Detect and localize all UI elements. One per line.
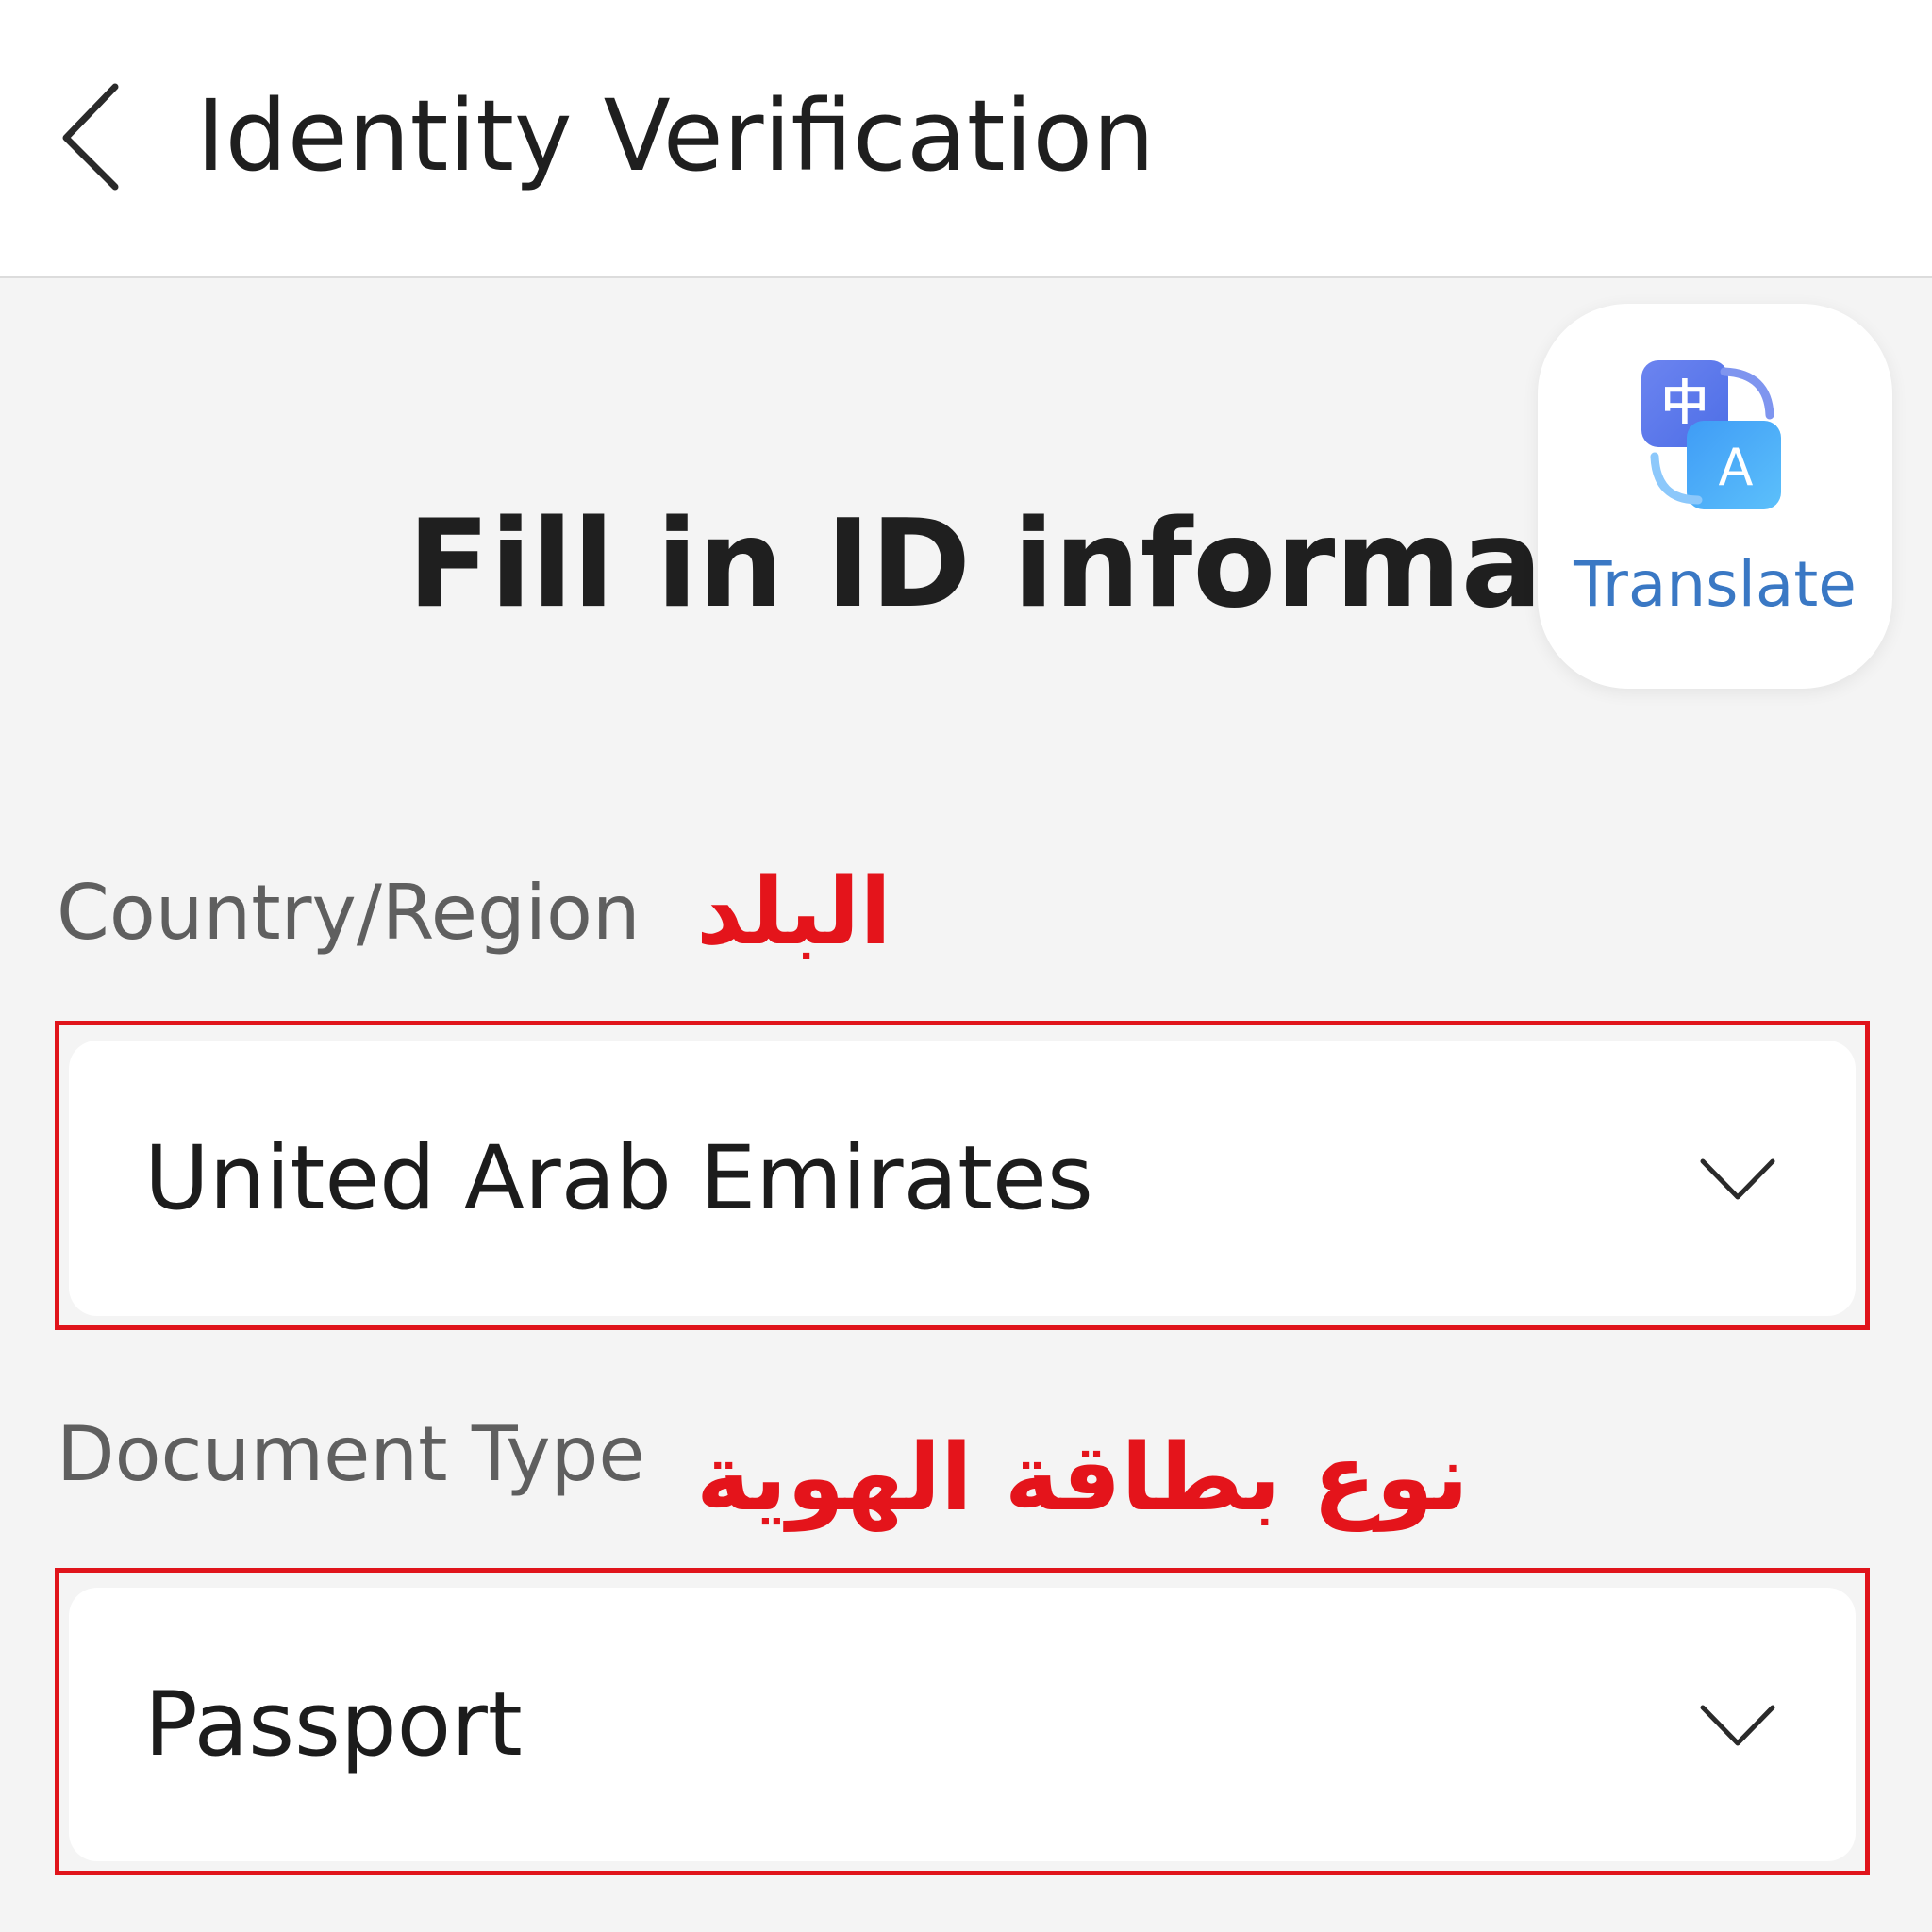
country-region-value: United Arab Emirates	[144, 1126, 1093, 1230]
translate-label: Translate	[1574, 548, 1857, 621]
header-title: Identity Verification	[196, 78, 1155, 193]
document-type-highlight-frame: Passport	[55, 1568, 1870, 1875]
document-type-value: Passport	[144, 1673, 523, 1776]
country-region-label: Country/Region	[57, 869, 641, 957]
document-type-annotation: نوع بطاقة الهوية	[696, 1424, 1469, 1532]
document-type-label: Document Type	[57, 1410, 645, 1498]
translate-button[interactable]: 中 A Translate	[1538, 304, 1892, 689]
country-region-select[interactable]: United Arab Emirates	[69, 1041, 1856, 1316]
chevron-down-icon[interactable]	[1695, 1687, 1780, 1762]
app-header: Identity Verification	[0, 0, 1932, 278]
chevron-down-icon[interactable]	[1695, 1141, 1780, 1216]
country-highlight-frame: United Arab Emirates	[55, 1021, 1870, 1330]
document-type-select[interactable]: Passport	[69, 1588, 1856, 1861]
translate-icon-en-glyph: A	[1719, 438, 1754, 497]
translate-icon-cn-glyph: 中	[1661, 375, 1708, 430]
translate-icon: 中 A	[1641, 360, 1781, 509]
back-arrow-icon[interactable]	[47, 75, 142, 198]
country-annotation: البلد	[696, 858, 892, 966]
